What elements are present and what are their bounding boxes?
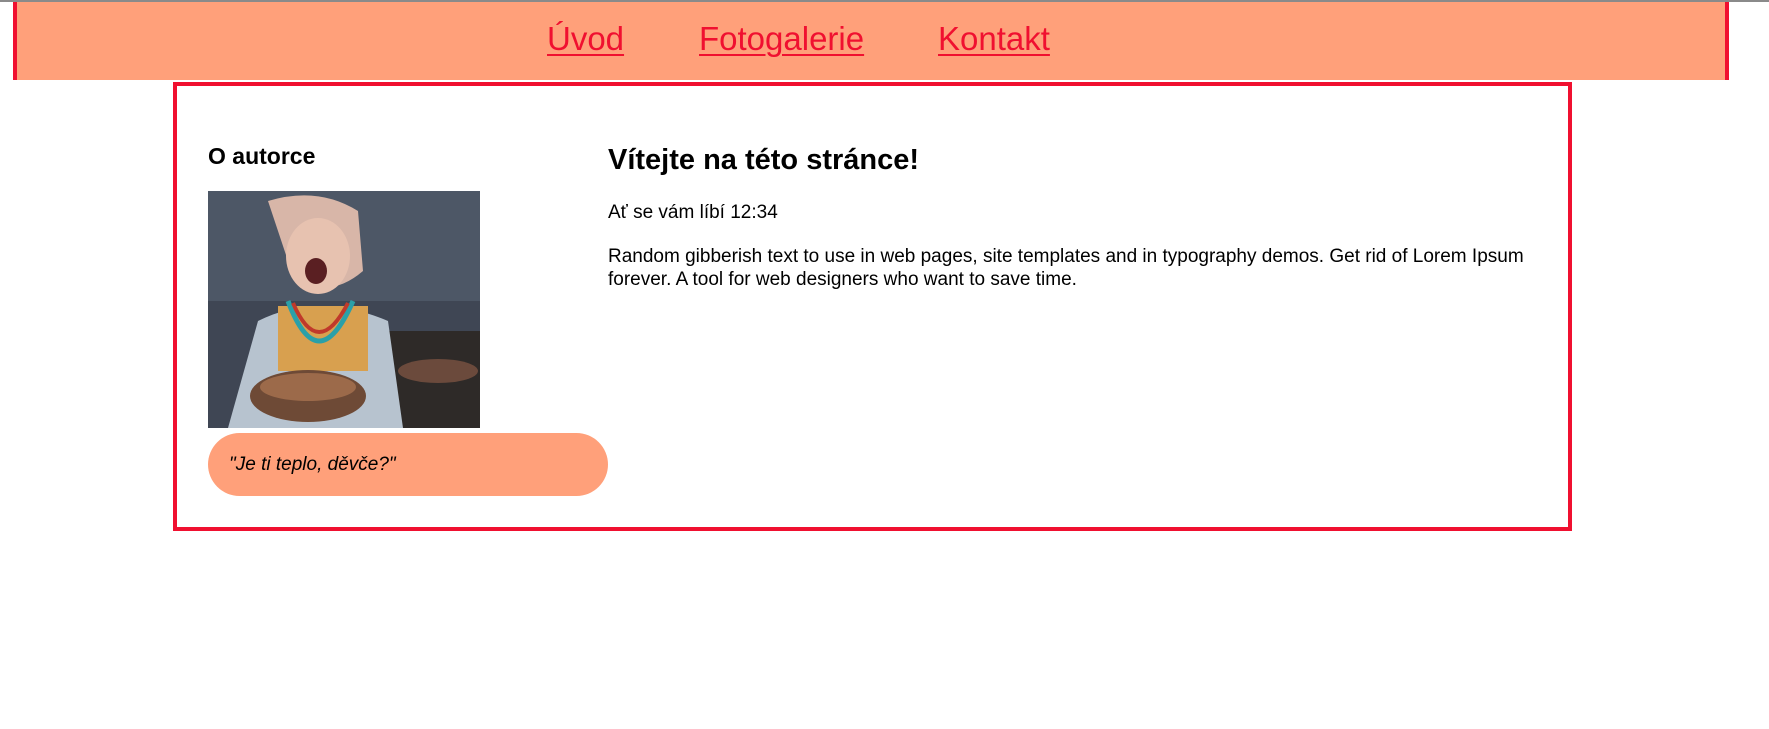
author-photo: [208, 191, 480, 428]
content-box: O autorce "Je ti teplo, děvče?" Vítejte …: [173, 82, 1572, 531]
nav-link-fotogalerie[interactable]: Fotogalerie: [699, 20, 864, 58]
portrait-photo-icon: [208, 191, 480, 428]
page-subtitle: Ať se vám líbí 12:34: [608, 202, 778, 223]
page-title: Vítejte na této stránce!: [608, 144, 920, 176]
nav-link-kontakt[interactable]: Kontakt: [938, 20, 1050, 58]
nav-link-uvod[interactable]: Úvod: [547, 20, 624, 58]
author-quote: "Je ti teplo, děvče?": [208, 433, 608, 496]
site-header: Úvod Fotogalerie Kontakt: [13, 2, 1729, 80]
aside-title: O autorce: [208, 143, 316, 169]
intro-paragraph: Random gibberish text to use in web page…: [608, 246, 1524, 290]
